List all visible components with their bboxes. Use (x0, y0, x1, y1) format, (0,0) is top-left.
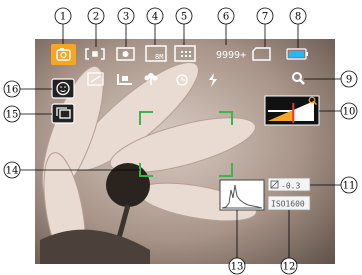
svg-text:7: 7 (262, 12, 268, 23)
svg-text:13: 13 (231, 262, 244, 273)
callout-5: 5 (175, 7, 193, 25)
callout-12: 12 (280, 257, 298, 275)
face-detection-icon (51, 78, 75, 99)
callout-4: 4 (146, 7, 164, 25)
svg-text:16: 16 (6, 85, 19, 96)
svg-text:11: 11 (343, 181, 356, 192)
iso-box: ISO1600 (267, 195, 311, 211)
callout-16: 16 (3, 80, 21, 98)
callout-8: 8 (289, 7, 307, 25)
continuous-shot-icon (51, 103, 75, 124)
svg-text:3: 3 (123, 12, 129, 23)
callout-2: 2 (87, 7, 105, 25)
exposure-value: -0.3 (281, 182, 300, 191)
camera-lcd-diagram: 8M 9999+ -0.3 ISO1600 1 2 3 4 5 6 7 8 9 … (3, 7, 358, 275)
svg-text:10: 10 (343, 107, 356, 118)
callout-7: 7 (256, 7, 274, 25)
svg-text:1: 1 (60, 12, 66, 23)
image-size-label: 8M (155, 53, 163, 61)
callout-3: 3 (117, 7, 135, 25)
callout-9: 9 (340, 70, 358, 88)
callout-1: 1 (54, 7, 72, 25)
mode-icon-box (51, 44, 76, 65)
svg-text:5: 5 (181, 12, 187, 23)
svg-text:15: 15 (6, 110, 19, 121)
battery-fill (289, 51, 304, 57)
svg-text:14: 14 (6, 166, 19, 177)
zoom-marker (292, 103, 295, 123)
svg-text:4: 4 (152, 12, 158, 23)
callout-11: 11 (340, 176, 358, 194)
exposure-compensation-box: -0.3 (267, 177, 311, 192)
svg-text:8: 8 (295, 12, 301, 23)
callout-14: 14 (3, 161, 21, 179)
iso-value: ISO1600 (271, 200, 305, 209)
callout-15: 15 (3, 105, 21, 123)
svg-text:9: 9 (346, 75, 352, 86)
zoom-bar (264, 95, 320, 126)
histogram (219, 179, 265, 211)
svg-text:12: 12 (283, 262, 296, 273)
callout-10: 10 (340, 102, 358, 120)
callout-6: 6 (217, 7, 235, 25)
svg-text:2: 2 (93, 12, 99, 23)
callout-13: 13 (228, 257, 246, 275)
svg-text:6: 6 (223, 12, 229, 23)
shots-remaining: 9999+ (216, 50, 246, 61)
